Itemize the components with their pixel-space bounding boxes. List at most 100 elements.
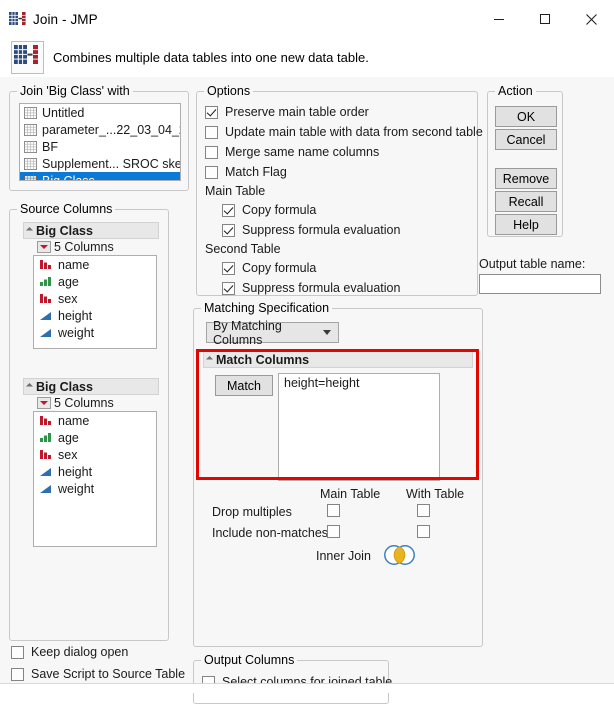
column-name: name (58, 413, 90, 428)
recall-button-label: Recall (508, 194, 544, 209)
option-update-main-table[interactable]: Update main table with data from second … (205, 122, 483, 142)
table-icon (24, 157, 37, 170)
option-merge-same-name-columns[interactable]: Merge same name columns (205, 142, 483, 162)
list-item-selected[interactable]: Big Class (20, 172, 180, 181)
column-name: weight (58, 481, 95, 496)
main-table-copy-formula[interactable]: Copy formula (222, 200, 483, 220)
column-name: height (58, 308, 93, 323)
match-expressions-listbox[interactable]: height=height (278, 373, 440, 481)
option-match-flag[interactable]: Match Flag (205, 162, 483, 182)
match-columns-header[interactable]: Match Columns (203, 351, 473, 368)
source-table-header[interactable]: Big Class (23, 222, 159, 239)
remove-button[interactable]: Remove (495, 168, 557, 189)
ok-button[interactable]: OK (495, 106, 557, 127)
checkbox[interactable] (205, 125, 218, 139)
column-item[interactable]: age (34, 429, 156, 446)
second-table-suppress-formula-evaluation[interactable]: Suppress formula evaluation (222, 278, 483, 298)
column-count-label: 5 Columns (54, 240, 114, 254)
maximize-button[interactable] (522, 0, 568, 38)
column-item[interactable]: age (34, 273, 156, 290)
recall-button[interactable]: Recall (495, 191, 557, 212)
keep-dialog-open-row[interactable]: Keep dialog open (11, 642, 128, 662)
checkbox[interactable] (205, 105, 218, 119)
join-type-label: Inner Join (316, 549, 371, 563)
column-item[interactable]: sex (34, 446, 156, 463)
join-tables-icon (9, 11, 26, 27)
column-item[interactable]: name (34, 256, 156, 273)
include-non-matches-with-checkbox[interactable] (417, 525, 430, 538)
window-title: Join - JMP (33, 11, 98, 27)
column-name: sex (58, 291, 78, 306)
matching-method-label: By Matching Columns (213, 318, 282, 347)
list-item-label: parameter_...22_03_04_21 (42, 122, 181, 137)
join-with-listbox[interactable]: Untitled parameter_...22_03_04_21 BF Sup… (19, 103, 181, 181)
ordinal-icon (40, 276, 52, 287)
checkbox[interactable] (222, 223, 235, 237)
second-table-copy-formula[interactable]: Copy formula (222, 258, 483, 278)
collapse-triangle-icon (205, 355, 214, 364)
cancel-button[interactable]: Cancel (495, 129, 557, 150)
dialog-body: Join 'Big Class' with Untitled parameter… (0, 77, 614, 704)
match-button[interactable]: Match (215, 375, 273, 396)
column-item[interactable]: sex (34, 290, 156, 307)
list-item[interactable]: BF (20, 138, 180, 155)
drop-multiples-label: Drop multiples (212, 505, 292, 519)
checkbox[interactable] (222, 281, 235, 295)
column-item[interactable]: height (34, 307, 156, 324)
second-table-label: Second Table (205, 242, 281, 256)
chevron-down-icon (323, 330, 331, 335)
checkbox[interactable] (11, 667, 24, 681)
continuous-icon (40, 327, 52, 338)
checkbox[interactable] (205, 165, 218, 179)
source-table-header[interactable]: Big Class (23, 378, 159, 395)
list-item[interactable]: Untitled (20, 104, 180, 121)
matching-method-select[interactable]: By Matching Columns (206, 319, 339, 347)
column-count-row[interactable]: 5 Columns (23, 395, 159, 411)
continuous-icon (40, 310, 52, 321)
drop-multiples-with-checkbox[interactable] (417, 504, 430, 517)
chevron-down-icon[interactable] (37, 241, 51, 253)
include-non-matches-label: Include non-matches (212, 526, 329, 540)
source-columns-listbox[interactable]: name age sex height weight (33, 255, 157, 349)
column-count-row[interactable]: 5 Columns (23, 239, 159, 255)
close-button[interactable] (568, 0, 614, 38)
source-columns-legend: Source Columns (17, 202, 116, 216)
column-item[interactable]: weight (34, 324, 156, 341)
include-non-matches-main-checkbox[interactable] (327, 525, 340, 538)
source-columns-group: Source Columns Big Class 5 Columns name … (9, 202, 169, 641)
list-item-label: Supplement... SROC skew (42, 156, 181, 171)
matching-specification-group: Matching Specification By Matching Colum… (193, 301, 483, 647)
option-label: Suppress formula evaluation (242, 223, 401, 237)
save-script-to-source-table-row[interactable]: Save Script to Source Table (11, 664, 185, 684)
main-table-suppress-formula-evaluation[interactable]: Suppress formula evaluation (222, 220, 483, 240)
list-item[interactable]: parameter_...22_03_04_21 (20, 121, 180, 138)
venn-inner-join-icon[interactable] (382, 544, 417, 569)
match-expression-item[interactable]: height=height (279, 374, 439, 392)
source-table-group: Big Class 5 Columns name age sex height … (23, 222, 159, 349)
output-columns-legend: Output Columns (201, 653, 298, 667)
ok-button-label: OK (516, 109, 536, 124)
checkbox[interactable] (222, 203, 235, 217)
checkbox[interactable] (11, 645, 24, 659)
checkbox[interactable] (205, 145, 218, 159)
column-item[interactable]: name (34, 412, 156, 429)
option-label: Preserve main table order (225, 105, 369, 119)
option-label: Save Script to Source Table (31, 667, 186, 681)
option-label: Keep dialog open (31, 645, 129, 659)
column-item[interactable]: height (34, 463, 156, 480)
list-item[interactable]: Supplement... SROC skew (20, 155, 180, 172)
minimize-button[interactable] (476, 0, 522, 38)
output-table-name-input[interactable] (479, 274, 601, 294)
list-item-label: Big Class (42, 173, 95, 181)
action-legend: Action (495, 84, 536, 98)
option-preserve-main-table-order[interactable]: Preserve main table order (205, 102, 483, 122)
checkbox[interactable] (222, 261, 235, 275)
match-button-label: Match (226, 378, 262, 393)
dialog-description: Combines multiple data tables into one n… (53, 50, 369, 65)
drop-multiples-main-checkbox[interactable] (327, 504, 340, 517)
chevron-down-icon[interactable] (37, 397, 51, 409)
help-button[interactable]: Help (495, 214, 557, 235)
source-columns-listbox[interactable]: name age sex height weight (33, 411, 157, 547)
column-name: age (58, 430, 79, 445)
column-item[interactable]: weight (34, 480, 156, 497)
